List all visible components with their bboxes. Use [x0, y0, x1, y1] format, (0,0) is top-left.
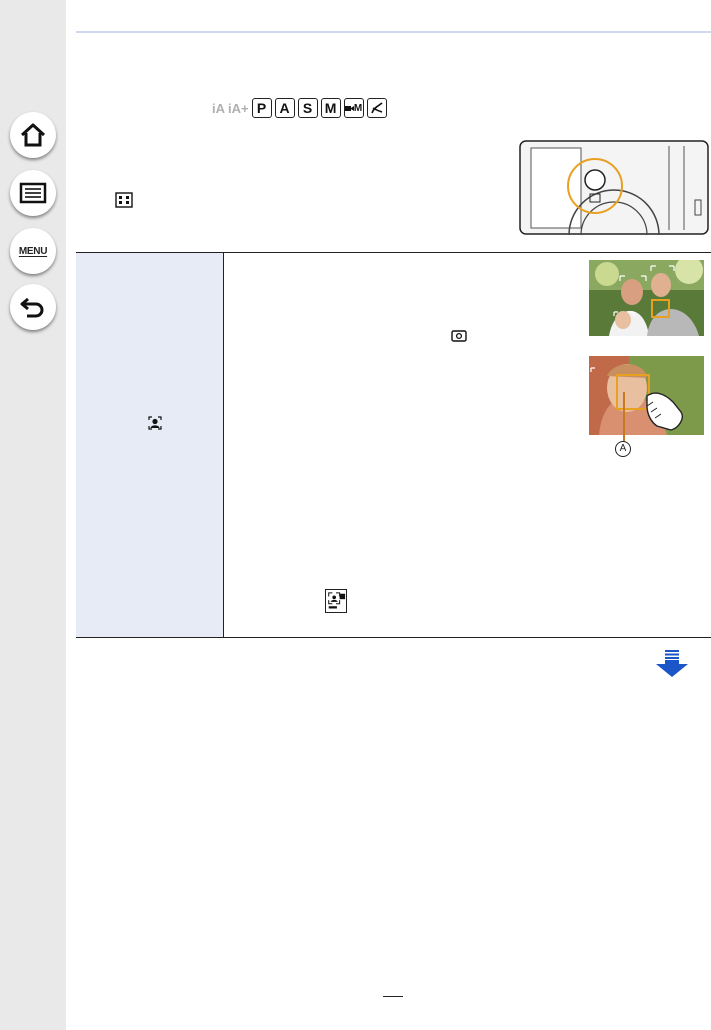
touch-eye-selection-photo	[589, 356, 704, 435]
home-button[interactable]	[10, 112, 56, 158]
callout-leader-line	[623, 392, 625, 442]
mode-ia-plus-icon: iA+	[228, 100, 249, 116]
menu-label: MENU	[18, 245, 48, 257]
contents-button[interactable]	[10, 170, 56, 216]
table-label-cell	[76, 253, 224, 637]
mode-a-icon: A	[274, 98, 295, 118]
callout-a-label: A	[615, 441, 631, 457]
recording-mode-icons: iA iA+ P A S M M	[212, 97, 387, 119]
back-button[interactable]	[10, 284, 56, 330]
af-mode-icon	[115, 192, 133, 208]
next-page-arrow-icon[interactable]	[655, 650, 689, 678]
camera-rear-illustration	[519, 140, 709, 235]
back-arrow-icon	[20, 297, 44, 318]
mode-movie-m-label: M	[353, 102, 363, 114]
mode-creative-control-icon	[366, 98, 387, 118]
header-rule	[76, 31, 711, 33]
list-icon	[19, 182, 47, 204]
mode-p-icon: P	[251, 98, 272, 118]
mode-movie-m-icon: M	[343, 98, 364, 118]
mode-s-icon: S	[297, 98, 318, 118]
face-af-off-icon	[325, 589, 347, 613]
face-eye-detection-icon	[148, 416, 162, 430]
metering-icon	[451, 330, 467, 342]
mode-ia-icon: iA	[212, 100, 225, 116]
menu-button[interactable]: MENU	[10, 228, 56, 274]
sidebar: MENU	[0, 0, 66, 1030]
mode-m-icon: M	[320, 98, 341, 118]
home-icon	[20, 123, 46, 147]
page-number-rule	[383, 996, 403, 997]
face-detection-photo	[589, 260, 704, 336]
